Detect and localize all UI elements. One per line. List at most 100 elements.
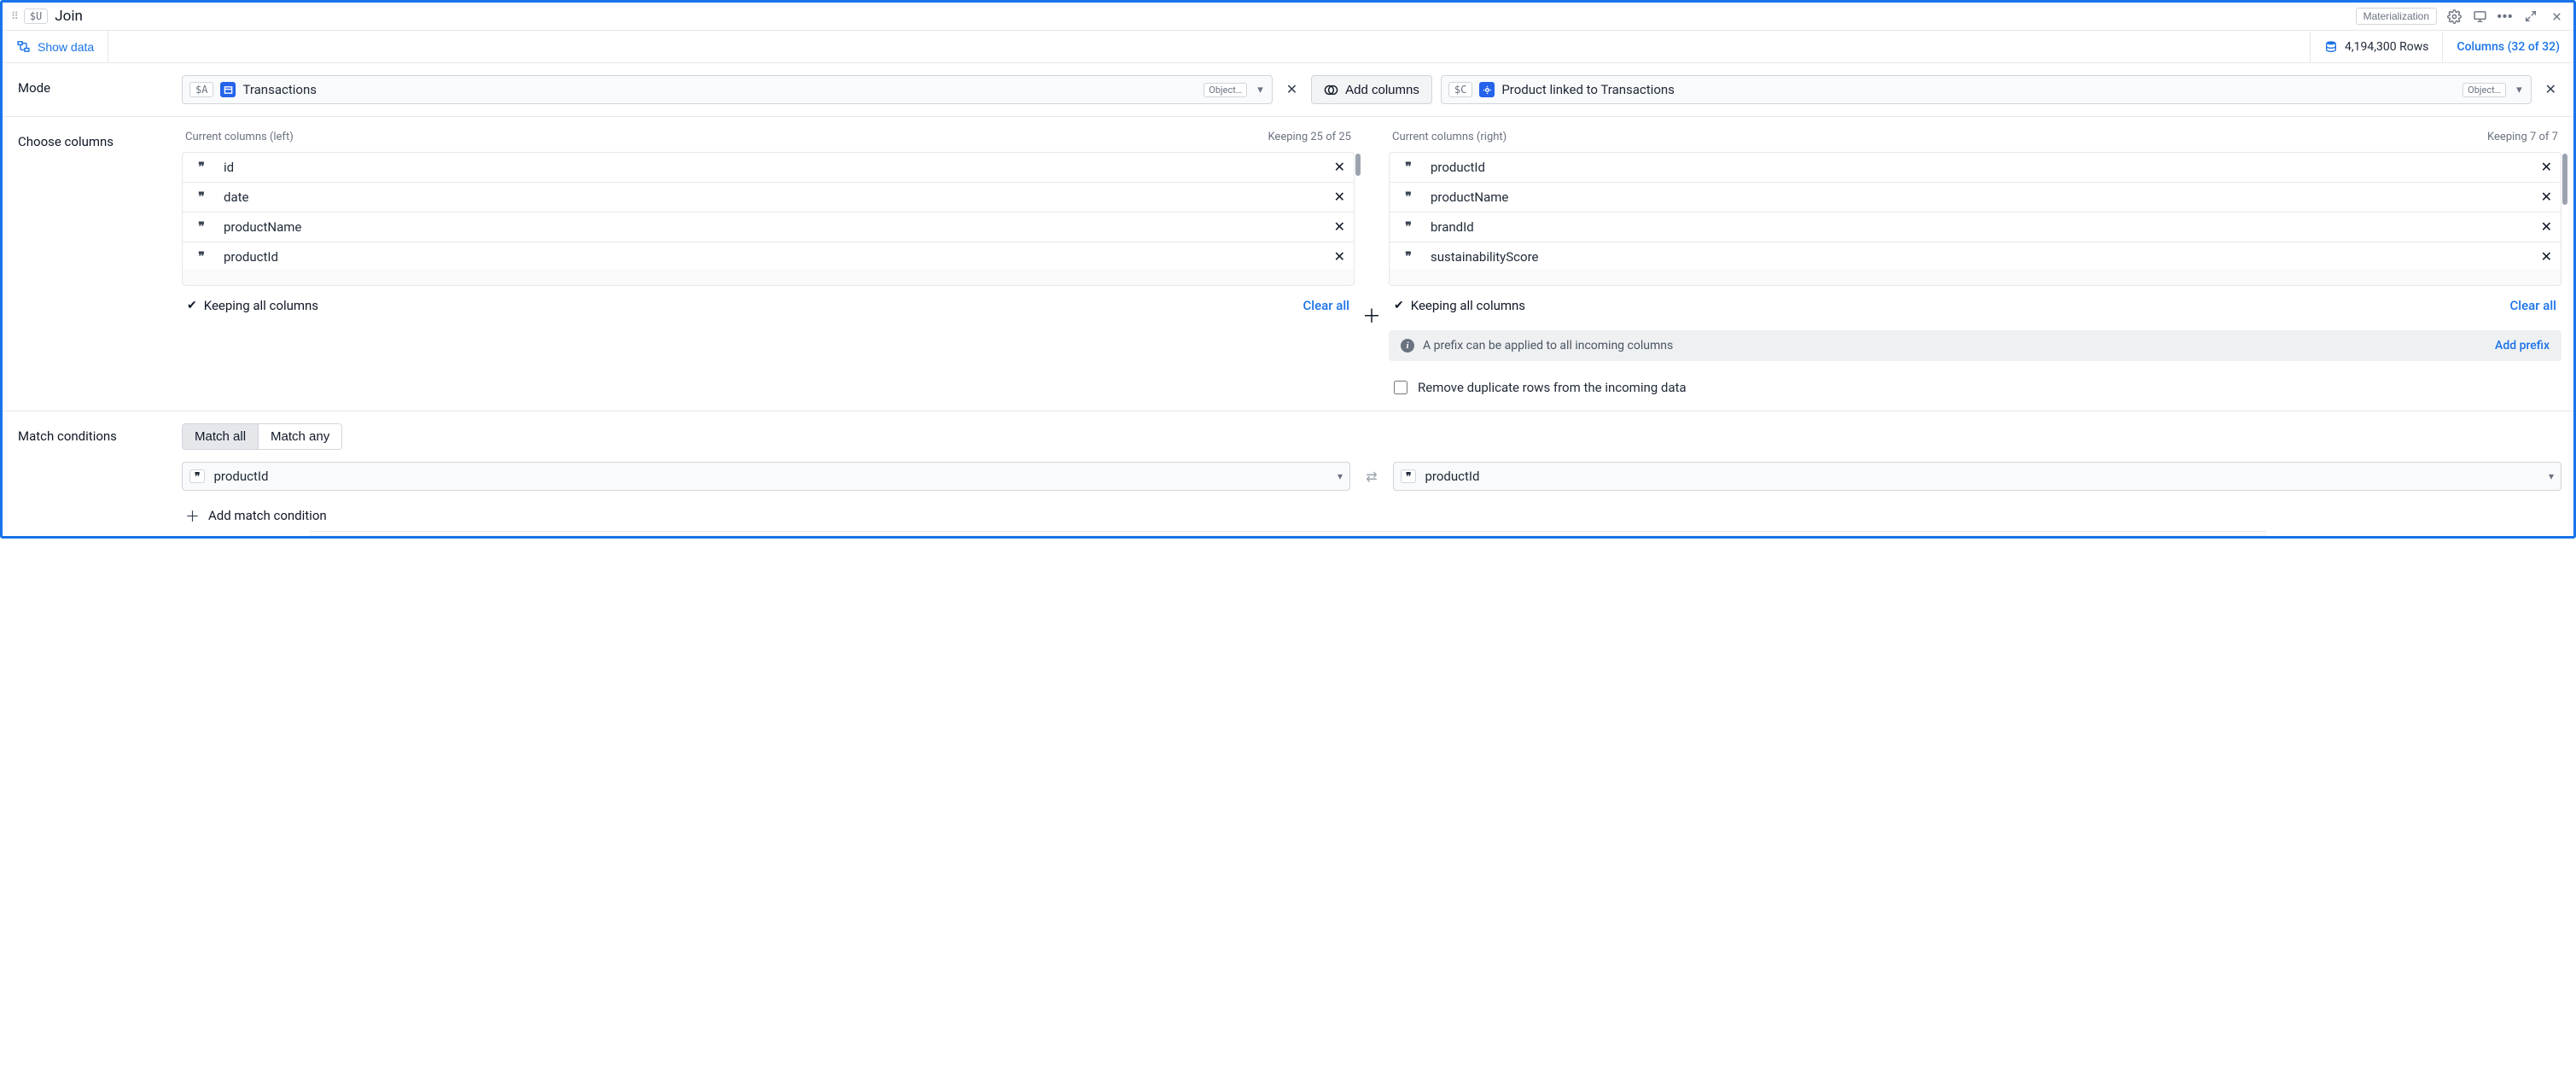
row-count-display: 4,194,300 Rows [2310,32,2428,62]
plus-icon: ＋ [185,504,200,526]
left-columns-scrollbar[interactable] [1355,154,1361,176]
prefix-banner: i A prefix can be applied to all incomin… [1389,330,2561,361]
right-dataset-selector[interactable]: $C Product linked to Transactions Object… [1441,75,2532,104]
right-columns-overflow [1389,269,2561,286]
column-item: ❞id✕ [183,153,1354,183]
column-item: ❞ productName ✕ [183,213,1354,242]
right-keeping-all-label: Keeping all columns [1411,298,1525,313]
left-keeping-all-label: Keeping all columns [204,298,318,313]
match-any-button[interactable]: Match any [258,424,341,449]
left-columns-heading: Current columns (left) [185,131,294,143]
right-clear-all-button[interactable]: Clear all [2510,298,2557,313]
check-icon: ✔ [187,299,197,312]
remove-right-dataset-button[interactable]: ✕ [2540,81,2561,98]
settings-gear-icon[interactable] [2445,8,2462,25]
column-name: productId [1431,160,2529,175]
right-columns-panel: Current columns (right) Keeping 7 of 7 ❞… [1389,129,2561,399]
presentation-icon[interactable] [2471,8,2488,25]
remove-left-dataset-button[interactable]: ✕ [1281,81,1303,98]
dedupe-checkbox-row[interactable]: Remove duplicate rows from the incoming … [1389,366,2561,399]
match-right-column-selector[interactable]: ❞ productId ▾ [1393,462,2561,491]
mode-label: Mode [3,75,182,104]
match-left-column-name: productId [213,469,1329,484]
show-data-label: Show data [38,40,94,54]
right-columns-scrollbar[interactable] [2562,154,2567,205]
left-dataset-tag: $A [189,82,213,97]
remove-column-button[interactable]: ✕ [2541,159,2552,176]
left-columns-list: ❞id✕❞date✕❞productName✕❞productId✕ [182,152,1355,272]
string-type-icon: ❞ [191,190,212,204]
database-icon [2324,40,2338,54]
remove-column-button[interactable]: ✕ [1334,159,1345,176]
string-type-icon: ❞ [1398,190,1419,204]
match-right-column-name: productId [1425,469,2540,484]
column-name: sustainabilityScore [1431,249,2529,265]
column-name: id [224,160,1322,175]
venn-icon [1324,83,1338,97]
left-columns-panel: Current columns (left) Keeping 25 of 25 … [182,129,1355,399]
remove-column-button[interactable]: ✕ [2541,248,2552,265]
left-columns-overflow [182,269,1355,286]
expand-icon[interactable] [2522,8,2539,25]
right-columns-heading: Current columns (right) [1392,131,1507,143]
infobar: Show data 4,194,300 Rows Columns (32 of … [3,31,2573,63]
prefix-text: A prefix can be applied to all incoming … [1423,339,1673,352]
remove-column-button[interactable]: ✕ [1334,248,1345,265]
node-title: Join [55,8,83,25]
add-columns-label: Add columns [1345,83,1419,97]
show-data-button[interactable]: Show data [3,31,108,62]
mode-section: Mode $A Transactions Object… ▾ ✕ Add col… [3,63,2573,117]
left-dataset-caret[interactable]: ▾ [1254,83,1267,96]
link-icon [1479,82,1495,97]
right-columns-keeping-count: Keeping 7 of 7 [2487,131,2558,143]
column-name: brandId [1431,219,2529,235]
choose-columns-section: Choose columns Current columns (left) Ke… [3,117,2573,411]
remove-column-button[interactable]: ✕ [1334,218,1345,236]
data-flow-icon [16,39,31,54]
match-conditions-label: Match conditions [3,423,182,527]
column-item: ❞ sustainabilityScore ✕ [1390,242,2561,271]
string-type-icon: ❞ [1401,469,1416,483]
bottom-scroll-indicator [310,531,2266,536]
left-dataset-selector[interactable]: $A Transactions Object… ▾ [182,75,1273,104]
dedupe-label: Remove duplicate rows from the incoming … [1418,380,1687,395]
check-icon: ✔ [1394,299,1404,312]
left-dataset-name: Transactions [242,82,1197,97]
table-icon [220,82,236,97]
add-columns-button[interactable]: Add columns [1311,75,1432,104]
chevron-down-icon: ▾ [1338,470,1343,482]
add-prefix-button[interactable]: Add prefix [2495,339,2550,352]
drag-handle-icon[interactable]: ⠿ [11,14,17,19]
column-name: productName [224,219,1322,235]
match-mode-toggle: Match all Match any [182,423,342,450]
column-name: productId [224,249,1322,265]
column-item: ❞ productId ✕ [183,242,1354,271]
string-type-icon: ❞ [191,250,212,264]
right-object-tag: Object… [2462,83,2506,97]
remove-column-button[interactable]: ✕ [1334,189,1345,206]
match-all-button[interactable]: Match all [183,424,258,449]
right-dataset-caret[interactable]: ▾ [2513,83,2526,96]
more-icon[interactable]: ••• [2497,8,2514,25]
string-type-icon: ❞ [191,220,212,234]
string-type-icon: ❞ [1398,160,1419,174]
string-type-icon: ❞ [1398,220,1419,234]
left-clear-all-button[interactable]: Clear all [1303,298,1350,313]
column-item: ❞productName✕ [1390,183,2561,213]
remove-column-button[interactable]: ✕ [2541,189,2552,206]
swap-arrows-icon[interactable]: ⇄ [1350,469,1393,485]
add-match-condition-button[interactable]: ＋ Add match condition [182,503,2561,527]
titlebar: ⠿ $U Join Materialization ••• [3,3,2573,31]
close-icon[interactable] [2548,8,2565,25]
match-left-column-selector[interactable]: ❞ productId ▾ [182,462,1350,491]
choose-columns-label: Choose columns [3,129,182,399]
row-count-text: 4,194,300 Rows [2345,40,2428,54]
columns-link[interactable]: Columns (32 of 32) [2442,32,2560,62]
remove-column-button[interactable]: ✕ [2541,218,2552,236]
right-columns-list: ❞productId✕❞productName✕❞brandId✕❞sustai… [1389,152,2561,272]
right-dataset-name: Product linked to Transactions [1501,82,2456,97]
materialization-button[interactable]: Materialization [2356,8,2437,25]
string-type-icon: ❞ [1398,250,1419,264]
column-item: ❞ brandId ✕ [1390,213,2561,242]
dedupe-checkbox[interactable] [1394,381,1407,394]
